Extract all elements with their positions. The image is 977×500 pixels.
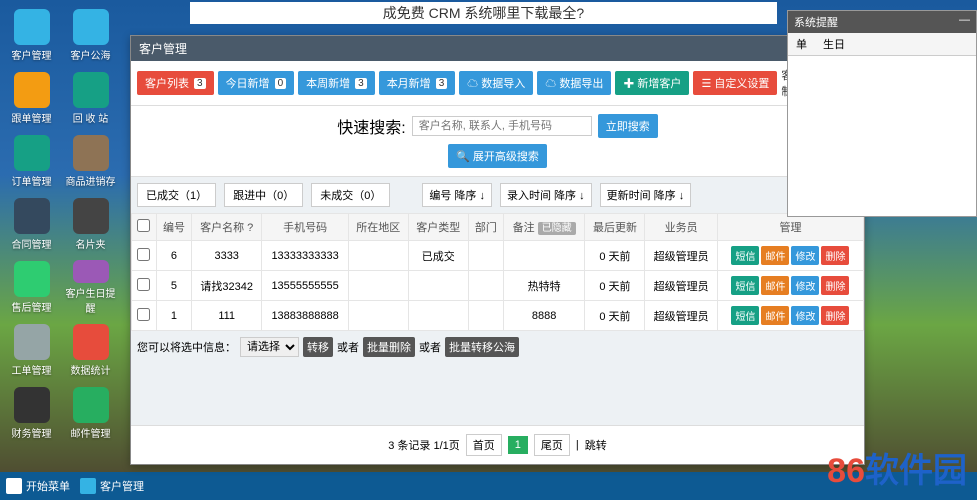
pager-jump[interactable]: 跳转: [585, 437, 607, 453]
select-all-checkbox[interactable]: [137, 219, 150, 232]
batch-transfer[interactable]: 转移: [303, 337, 333, 357]
reminder-title: 系统提醒: [794, 14, 838, 30]
pager-first[interactable]: 首页: [466, 434, 502, 456]
row-checkbox[interactable]: [137, 248, 150, 261]
desktop-icon-2-0[interactable]: 订单管理: [4, 134, 59, 189]
search-input[interactable]: [412, 116, 592, 136]
col-9: 业务员: [645, 214, 717, 241]
reminder-close-icon[interactable]: —: [959, 14, 970, 30]
toolbar-btn-5[interactable]: ☁ 数据导出: [537, 71, 611, 95]
row-action-1[interactable]: 邮件: [761, 306, 789, 325]
toolbar-btn-4[interactable]: ☁ 数据导入: [459, 71, 533, 95]
desktop-icon-4-1[interactable]: 客户生日提醒: [63, 260, 118, 315]
customer-management-window: 客户管理 — □ × 客户列表3今日新增0本周新增3本月新增3☁ 数据导入☁ 数…: [130, 35, 865, 465]
pager-page-1[interactable]: 1: [508, 436, 528, 454]
filter-tab-1[interactable]: 跟进中（0）: [224, 183, 303, 207]
table-row: 5请找3234213555555555热特特0 天前超级管理员短信邮件修改删除: [132, 271, 864, 301]
col-1: 编号: [156, 214, 191, 241]
pager-last[interactable]: 尾页: [534, 434, 570, 456]
search-area: 快速搜索: 立即搜索 🔍 展开高级搜索: [131, 106, 864, 177]
reminder-tab-0[interactable]: 单: [788, 33, 815, 55]
desktop-icon-0-1[interactable]: 客户公海: [63, 8, 118, 63]
filter-tab-2[interactable]: 未成交（0）: [311, 183, 390, 207]
desktop-icon-3-1[interactable]: 名片夹: [63, 197, 118, 252]
table-row: 6333313333333333已成交0 天前超级管理员短信邮件修改删除: [132, 241, 864, 271]
top-banner-text: 成免费 CRM 系统哪里下载最全?: [190, 2, 777, 24]
search-label: 快速搜索:: [337, 114, 405, 138]
desktop-icon-1-0[interactable]: 跟单管理: [4, 71, 59, 126]
desktop-icon-6-0[interactable]: 财务管理: [4, 386, 59, 441]
toolbar-btn-1[interactable]: 今日新增0: [218, 71, 295, 95]
watermark-logo: 86软件园: [827, 443, 967, 492]
row-action-2[interactable]: 修改: [791, 246, 819, 265]
pager-info: 3 条记录 1/1页: [388, 437, 460, 453]
table-row: 11111388388888888880 天前超级管理员短信邮件修改删除: [132, 301, 864, 331]
desktop-icon-6-1[interactable]: 邮件管理: [63, 386, 118, 441]
batch-select[interactable]: 请选择: [240, 337, 299, 357]
row-checkbox[interactable]: [137, 308, 150, 321]
desktop-icon-2-1[interactable]: 商品进销存: [63, 134, 118, 189]
sort-btn-0[interactable]: 编号 降序 ↓: [422, 183, 492, 207]
filter-tab-0[interactable]: 已成交（1）: [137, 183, 216, 207]
desktop-icon-1-1[interactable]: 回 收 站: [63, 71, 118, 126]
desktop-icon-3-0[interactable]: 合同管理: [4, 197, 59, 252]
toolbar-btn-6[interactable]: ✚ 新增客户: [615, 71, 689, 95]
advanced-search-toggle[interactable]: 🔍 展开高级搜索: [448, 144, 547, 168]
col-7: 备注 已隐藏: [503, 214, 585, 241]
system-reminder-panel: 系统提醒 — 单 生日: [787, 10, 977, 217]
taskbar-task-customer[interactable]: 客户管理: [80, 478, 144, 494]
toolbar-btn-0[interactable]: 客户列表3: [137, 71, 214, 95]
reminder-body: [788, 56, 976, 216]
col-3: 手机号码: [262, 214, 348, 241]
row-action-0[interactable]: 短信: [731, 276, 759, 295]
pagination: 3 条记录 1/1页 首页 1 尾页 | 跳转: [131, 425, 864, 464]
row-action-0[interactable]: 短信: [731, 306, 759, 325]
desktop-icon-4-0[interactable]: 售后管理: [4, 260, 59, 315]
col-6: 部门: [468, 214, 503, 241]
desktop-icon-5-1[interactable]: 数据统计: [63, 323, 118, 378]
col-4: 所在地区: [348, 214, 408, 241]
toolbar-btn-7[interactable]: ☰ 自定义设置: [693, 71, 777, 95]
row-action-0[interactable]: 短信: [731, 246, 759, 265]
desktop-icon-5-0[interactable]: 工单管理: [4, 323, 59, 378]
col-5: 客户类型: [408, 214, 468, 241]
col-2: 客户名称 ?: [192, 214, 262, 241]
start-menu-button[interactable]: 开始菜单: [6, 478, 70, 494]
col-10: 管理: [717, 214, 863, 241]
window-title: 客户管理: [139, 40, 187, 57]
row-checkbox[interactable]: [137, 278, 150, 291]
row-action-1[interactable]: 邮件: [761, 246, 789, 265]
customer-table: 编号客户名称 ?手机号码所在地区客户类型部门备注 已隐藏最后更新业务员管理633…: [131, 213, 864, 331]
row-action-2[interactable]: 修改: [791, 306, 819, 325]
filter-row: 已成交（1） 跟进中（0） 未成交（0） 编号 降序 ↓ 录入时间 降序 ↓ 更新时间 降…: [131, 177, 864, 213]
toolbar: 客户列表3今日新增0本周新增3本月新增3☁ 数据导入☁ 数据导出✚ 新增客户☰ …: [131, 61, 864, 106]
desktop-icons: 客户管理客户公海跟单管理回 收 站订单管理商品进销存合同管理名片夹售后管理客户生…: [0, 0, 130, 500]
col-0: [132, 214, 157, 241]
row-action-2[interactable]: 修改: [791, 276, 819, 295]
col-8: 最后更新: [585, 214, 645, 241]
batch-move-public[interactable]: 批量转移公海: [445, 337, 519, 357]
search-button[interactable]: 立即搜索: [598, 114, 658, 138]
batch-delete[interactable]: 批量删除: [363, 337, 415, 357]
toolbar-btn-3[interactable]: 本月新增3: [379, 71, 456, 95]
reminder-tab-1[interactable]: 生日: [815, 33, 853, 55]
row-action-3[interactable]: 删除: [821, 246, 849, 265]
row-action-3[interactable]: 删除: [821, 276, 849, 295]
sort-btn-1[interactable]: 录入时间 降序 ↓: [500, 183, 592, 207]
row-action-3[interactable]: 删除: [821, 306, 849, 325]
toolbar-btn-2[interactable]: 本周新增3: [298, 71, 375, 95]
sort-btn-2[interactable]: 更新时间 降序 ↓: [600, 183, 692, 207]
batch-operations: 您可以将选中信息： 请选择 转移 或者 批量删除 或者 批量转移公海: [131, 331, 864, 363]
desktop-icon-0-0[interactable]: 客户管理: [4, 8, 59, 63]
row-action-1[interactable]: 邮件: [761, 276, 789, 295]
